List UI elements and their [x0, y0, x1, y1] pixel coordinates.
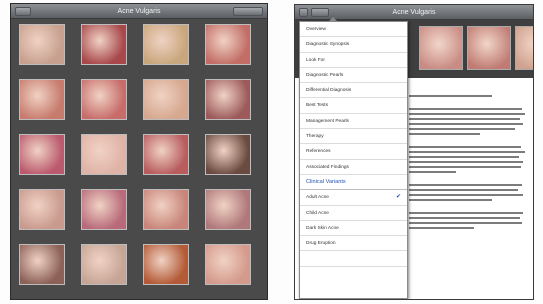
menu-item[interactable]: Therapy	[300, 129, 407, 145]
thumbnail-image[interactable]	[81, 79, 127, 120]
menu-item[interactable]: Diagnostic Synopsis	[300, 37, 407, 53]
thumbnail-image[interactable]	[81, 134, 127, 175]
gap	[409, 176, 527, 184]
menu-item[interactable]: Differential Diagnosis	[300, 83, 407, 99]
text-line	[409, 194, 524, 196]
menu-item-label: Diagnostic Synopsis	[306, 42, 350, 48]
menu-item[interactable]	[300, 251, 407, 267]
thumbnail-image[interactable]	[205, 79, 251, 120]
article-body	[409, 83, 527, 295]
thumbnail-image[interactable]	[19, 79, 65, 120]
text-line	[409, 166, 522, 168]
menu-item-label: Child Acne	[306, 210, 329, 216]
text-line	[409, 123, 524, 125]
thumbnail-image[interactable]	[81, 24, 127, 65]
thumbnail-image[interactable]	[19, 134, 65, 175]
thumbnail-image[interactable]	[81, 189, 127, 230]
gap	[409, 204, 527, 212]
screenshot-canvas: Acne Vulgaris Acne Vulgaris Overview Dia…	[0, 0, 543, 304]
menu-item[interactable]: Associated Findings	[300, 160, 407, 175]
strip-image[interactable]	[419, 26, 463, 70]
text-line	[409, 95, 492, 97]
menu-item[interactable]: Child Acne	[300, 206, 407, 221]
menu-item[interactable]: Diagnostic Pearls	[300, 68, 407, 84]
text-line	[409, 199, 492, 201]
text-line	[409, 184, 523, 186]
gap	[409, 100, 527, 108]
gallery-navbar: Acne Vulgaris	[11, 4, 267, 19]
menu-item-label: Dark Skin Acne	[306, 225, 339, 231]
text-line	[409, 108, 523, 110]
gap	[409, 138, 527, 146]
menu-item[interactable]: Drug Eruption	[300, 236, 407, 252]
text-line	[409, 156, 519, 158]
menu-section-header: Clinical Variants	[300, 175, 407, 191]
text-line	[409, 128, 516, 130]
thumbnail-image[interactable]	[143, 134, 189, 175]
thumbnail-image[interactable]	[143, 79, 189, 120]
article-screen: Acne Vulgaris Overview Diagnostic Synops…	[294, 4, 534, 300]
article-title: Acne Vulgaris	[392, 9, 436, 16]
thumbnail-image[interactable]	[19, 189, 65, 230]
thumbnail-image[interactable]	[205, 244, 251, 285]
thumbnail-image[interactable]	[143, 244, 189, 285]
menu-item-label: Look For	[306, 57, 325, 63]
menu-item[interactable]: Adult Acne ✔	[300, 190, 407, 206]
sections-menu: Overview Diagnostic Synopsis Look For Diagn…	[300, 22, 407, 267]
thumbnail-image[interactable]	[143, 189, 189, 230]
navbar-right-button[interactable]	[233, 7, 263, 16]
text-line	[409, 133, 480, 135]
menu-item-label: Adult Acne	[306, 195, 329, 201]
menu-item-label: Differential Diagnosis	[306, 88, 352, 94]
menu-item-label: Drug Eruption	[306, 241, 336, 247]
page-title: Acne Vulgaris	[117, 8, 161, 15]
menu-item-label: Diagnostic Pearls	[306, 72, 344, 78]
thumbnail-image[interactable]	[81, 244, 127, 285]
menu-item[interactable]: Dark Skin Acne	[300, 221, 407, 237]
text-line	[409, 113, 525, 115]
menu-item[interactable]: Look For	[300, 53, 407, 68]
menu-item[interactable]: Management Pearls	[300, 114, 407, 130]
image-gallery-screen: Acne Vulgaris	[10, 3, 268, 300]
checkmark-icon: ✔	[395, 194, 401, 201]
text-line	[409, 189, 518, 191]
text-line	[409, 217, 520, 219]
text-line	[409, 212, 524, 214]
menu-item[interactable]: Overview	[300, 22, 407, 38]
menu-item-label: Therapy	[306, 134, 324, 140]
text-line	[409, 146, 522, 148]
menu-item[interactable]: References	[300, 144, 407, 160]
thumbnail-image[interactable]	[205, 24, 251, 65]
sections-popover: Overview Diagnostic Synopsis Look For Diagn…	[299, 17, 408, 299]
text-line	[409, 171, 457, 173]
strip-image[interactable]	[467, 26, 511, 70]
thumbnail-image[interactable]	[19, 244, 65, 285]
text-line	[409, 151, 525, 153]
menu-item-label: Clinical Variants	[306, 178, 346, 185]
menu-item-label: Best Tests	[306, 103, 329, 109]
thumbnail-image[interactable]	[205, 134, 251, 175]
menu-item-label: Management Pearls	[306, 118, 349, 124]
thumbnail-image[interactable]	[143, 24, 189, 65]
menu-item-label: Associated Findings	[306, 164, 349, 170]
menu-item-label: Overview	[306, 27, 326, 32]
text-line	[409, 227, 474, 229]
text-line	[409, 161, 524, 163]
text-line	[409, 118, 520, 120]
strip-image[interactable]	[515, 26, 533, 70]
menu-item-label: References	[306, 149, 331, 155]
menu-item[interactable]: Best Tests	[300, 98, 407, 114]
thumbnail-image[interactable]	[19, 24, 65, 65]
text-line	[409, 222, 523, 224]
thumbnail-image[interactable]	[205, 189, 251, 230]
